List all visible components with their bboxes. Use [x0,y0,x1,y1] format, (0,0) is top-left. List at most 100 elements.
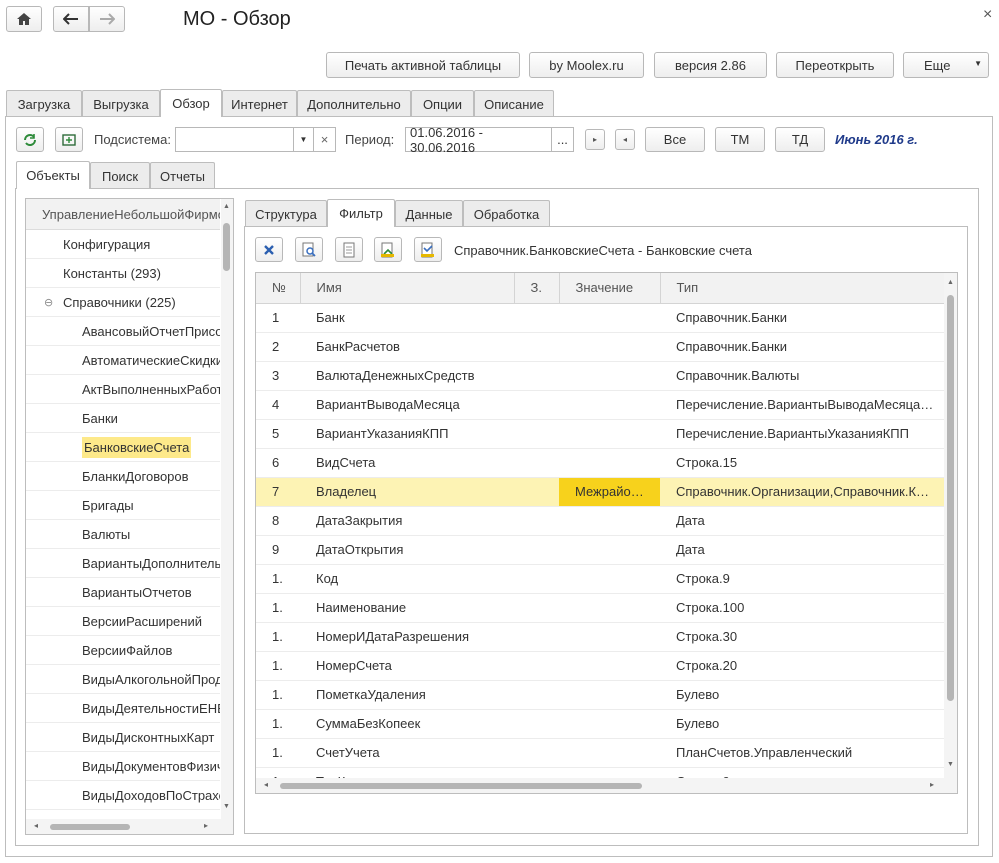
save-button[interactable] [414,237,442,262]
tree-scrollbar[interactable]: ▲ ▼ [221,199,233,819]
tab-objects[interactable]: Объекты [16,161,90,189]
scroll-down-icon[interactable]: ▼ [223,803,230,810]
cell-n[interactable]: 3 [256,361,300,391]
cell-value[interactable] [559,709,660,739]
cell-n[interactable]: 7 [256,477,300,507]
cell-type[interactable]: Справочник.Банки [660,332,944,362]
cell-name[interactable]: ВариантВыводаМесяца [300,390,514,420]
tab-overview[interactable]: Обзор [160,89,222,117]
cell-z[interactable] [514,593,559,623]
delete-filter-button[interactable] [255,237,283,262]
tree-hscrollbar[interactable]: ◂ ▸ [26,819,233,834]
scroll-left-icon[interactable]: ◂ [264,780,268,789]
document-button[interactable] [335,237,363,262]
table-row[interactable]: 8 ДатаЗакрытия Дата [256,506,944,536]
cell-n[interactable]: 5 [256,419,300,449]
collapse-icon[interactable]: ⊖ [44,296,53,309]
period-prev-icon[interactable]: ◂ [615,129,635,150]
cell-value[interactable] [559,332,660,362]
cell-name[interactable]: СуммаБезКопеек [300,709,514,739]
cell-value[interactable] [559,651,660,681]
cell-name[interactable]: СчетУчета [300,738,514,768]
tree-item[interactable]: ВидыДокументовФизическихЛиц [26,752,220,781]
cell-type[interactable]: Булево [660,709,944,739]
period-next-icon[interactable]: ▸ [585,129,605,150]
cell-n[interactable]: 1. [256,680,300,710]
cell-type[interactable]: Перечисление.ВариантыУказанияКПП [660,419,944,449]
cell-type[interactable]: Справочник.Организации,Справочник.К… [660,477,944,507]
table-row[interactable]: 9 ДатаОткрытия Дата [256,535,944,565]
tree-item[interactable]: Конфигурация [26,230,220,259]
period-input[interactable]: 01.06.2016 - 30.06.2016 [405,125,552,155]
settings-button[interactable] [55,127,83,152]
period-select-button[interactable]: ... [551,127,574,152]
tree-item[interactable]: ВерсииРасширений [26,607,220,636]
moolex-button[interactable]: by Moolex.ru [529,52,644,78]
tree-item[interactable]: ВидыАлкогольнойПродукции [26,665,220,694]
col-name[interactable]: Имя [300,273,515,304]
cell-value[interactable]: Межрайо… [559,477,660,507]
tree-item[interactable]: ⊖ Справочники (225) [26,288,220,317]
forward-button[interactable] [89,6,125,32]
period-all-button[interactable]: Все [645,127,705,152]
cell-n[interactable]: 1. [256,564,300,594]
back-button[interactable] [53,6,89,32]
cell-name[interactable]: ПометкаУдаления [300,680,514,710]
cell-name[interactable]: Владелец [300,477,514,507]
cell-name[interactable]: ВалютаДенежныхСредств [300,361,514,391]
cell-name[interactable]: Код [300,564,514,594]
tree-item[interactable]: Константы (293) [26,259,220,288]
cell-value[interactable] [559,361,660,391]
cell-n[interactable]: 9 [256,535,300,565]
cell-name[interactable]: Банк [300,303,514,333]
cell-z[interactable] [514,361,559,391]
cell-z[interactable] [514,506,559,536]
col-value[interactable]: Значение [559,273,661,304]
tab-structure[interactable]: Структура [245,200,327,227]
tab-reports[interactable]: Отчеты [150,162,215,189]
period-td-button[interactable]: ТД [775,127,825,152]
cell-n[interactable]: 4 [256,390,300,420]
cell-n[interactable]: 1. [256,651,300,681]
cell-z[interactable] [514,535,559,565]
tree-item[interactable]: ВерсииФайлов [26,636,220,665]
cell-z[interactable] [514,332,559,362]
tree-item[interactable]: Банки [26,404,220,433]
more-button[interactable]: Еще ▼ [903,52,989,78]
cell-type[interactable]: Дата [660,535,944,565]
grid-scrollbar[interactable]: ▲ ▼ [944,273,957,778]
cell-name[interactable]: БанкРасчетов [300,332,514,362]
scroll-up-icon[interactable]: ▲ [223,203,230,210]
scroll-down-icon[interactable]: ▼ [947,761,954,768]
tab-options[interactable]: Опции [411,90,474,117]
cell-type[interactable]: Строка.15 [660,448,944,478]
tree-item[interactable]: ВидыДеятельностиЕНВД [26,694,220,723]
col-number[interactable]: № [256,273,301,304]
cell-name[interactable]: НомерСчета [300,651,514,681]
cell-z[interactable] [514,651,559,681]
cell-name[interactable]: ВариантУказанияКПП [300,419,514,449]
cell-n[interactable]: 2 [256,332,300,362]
tree-item[interactable]: АктВыполненныхРабот [26,375,220,404]
tab-search[interactable]: Поиск [90,162,150,189]
cell-z[interactable] [514,303,559,333]
cell-type[interactable]: Перечисление.ВариантыВыводаМесяца… [660,390,944,420]
cell-name[interactable]: НомерИДатаРазрешения [300,622,514,652]
cell-type[interactable]: Строка.20 [660,651,944,681]
cell-z[interactable] [514,564,559,594]
load-button[interactable] [374,237,402,262]
home-button[interactable] [6,6,42,32]
grid-hscrollbar[interactable]: ◂ ▸ [256,778,957,793]
table-row[interactable]: 1. СчетУчета ПланСчетов.Управленческий [256,738,944,768]
cell-value[interactable] [559,535,660,565]
cell-n[interactable]: 8 [256,506,300,536]
print-table-button[interactable]: Печать активной таблицы [326,52,520,78]
cell-n[interactable]: 1. [256,593,300,623]
cell-value[interactable] [559,390,660,420]
cell-type[interactable]: Строка.100 [660,593,944,623]
cell-name[interactable]: ДатаЗакрытия [300,506,514,536]
tree-item[interactable]: БанковскиеСчета [26,433,220,462]
cell-value[interactable] [559,622,660,652]
object-tree[interactable]: УправлениеНебольшойФирмой Конфигурация Ко… [25,198,234,835]
table-row[interactable]: 1. Код Строка.9 [256,564,944,594]
